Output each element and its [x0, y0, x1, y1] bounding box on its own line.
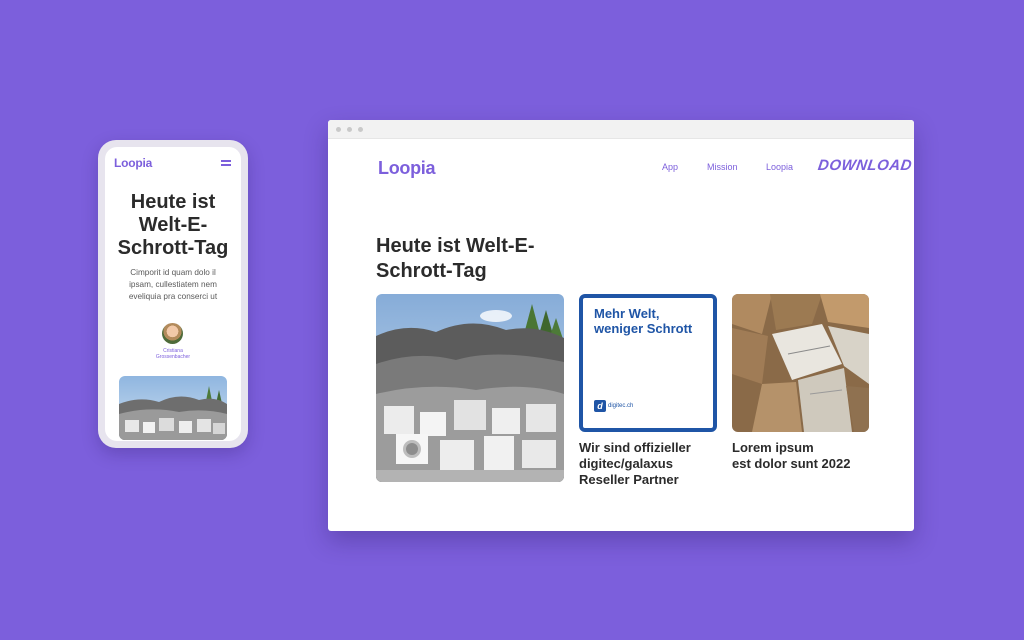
browser-title-bar: [328, 120, 914, 139]
caption-line: Wir sind offizieller: [579, 440, 691, 455]
mobile-intro-line: ipsam, cullestiatem nem: [129, 280, 217, 289]
mobile-screen: Loopia Heute ist Welt-E- Schrott-Tag Cim…: [105, 147, 241, 441]
mobile-e-waste-image: [119, 376, 227, 440]
author-avatar: [162, 323, 183, 344]
nav-link-mission[interactable]: Mission: [707, 162, 738, 172]
card-caption-cardboard[interactable]: Lorem ipsum est dolor sunt 2022: [732, 440, 892, 472]
ad-title: Mehr Welt, weniger Schrott: [594, 306, 713, 336]
e-waste-pile-photo: [119, 376, 227, 440]
card-digitec-ad[interactable]: Mehr Welt, weniger Schrott d digitec.ch: [579, 294, 717, 432]
window-control-dot[interactable]: [347, 127, 352, 132]
card-caption-digitec[interactable]: Wir sind offizieller digitec/galaxus Res…: [579, 440, 729, 488]
nav-link-app[interactable]: App: [662, 162, 678, 172]
caption-line: est dolor sunt 2022: [732, 456, 851, 471]
site-logo[interactable]: Loopia: [378, 158, 436, 179]
digitec-site: digitec.ch: [608, 402, 634, 409]
mobile-mockup: Loopia Heute ist Welt-E- Schrott-Tag Cim…: [98, 140, 248, 448]
mobile-logo[interactable]: Loopia: [114, 156, 152, 170]
headline-line: Schrott-Tag: [376, 260, 487, 282]
download-button[interactable]: DOWNLOAD: [817, 157, 913, 174]
mobile-intro-line: eveliquia pra conserci ut: [128, 292, 218, 301]
mobile-intro-text: Cimporit id quam dolo il ipsam, cullesti…: [115, 267, 231, 303]
ad-title-line: Mehr Welt,: [594, 306, 660, 321]
caption-line: Lorem ipsum: [732, 440, 814, 455]
caption-line: digitec/galaxus: [579, 456, 673, 471]
mobile-title: Heute ist Welt-E- Schrott-Tag: [109, 191, 237, 260]
digitec-logo: d digitec.ch: [594, 397, 633, 415]
mobile-intro-line: Cimporit id quam dolo il: [130, 268, 216, 277]
author-name: Cristiana Grossenbacher: [115, 348, 231, 360]
card-cardboard-image[interactable]: [732, 294, 869, 432]
digitec-d-icon: d: [594, 399, 606, 412]
ad-title-line: weniger Schrott: [594, 321, 693, 336]
page-headline: Heute ist Welt-E- Schrott-Tag: [376, 234, 596, 284]
headline-line: Heute ist Welt-E-: [376, 235, 535, 257]
hamburger-icon[interactable]: [221, 160, 231, 168]
cardboard-boxes-photo: [732, 294, 869, 432]
card-e-waste-image[interactable]: [376, 294, 564, 482]
caption-line: Reseller Partner: [579, 472, 679, 487]
mobile-title-line: Schrott-Tag: [117, 237, 229, 259]
window-control-dot[interactable]: [336, 127, 341, 132]
window-control-dot[interactable]: [358, 127, 363, 132]
mobile-title-line: Heute ist: [130, 191, 216, 213]
desktop-browser-window: Loopia App Mission Loopia DOWNLOAD Heute…: [328, 120, 914, 531]
author-last-name: Grossenbacher: [155, 354, 191, 360]
nav-link-loopia[interactable]: Loopia: [766, 162, 793, 172]
e-waste-pile-photo: [376, 294, 564, 482]
mobile-title-line: Welt-E-: [138, 214, 208, 236]
